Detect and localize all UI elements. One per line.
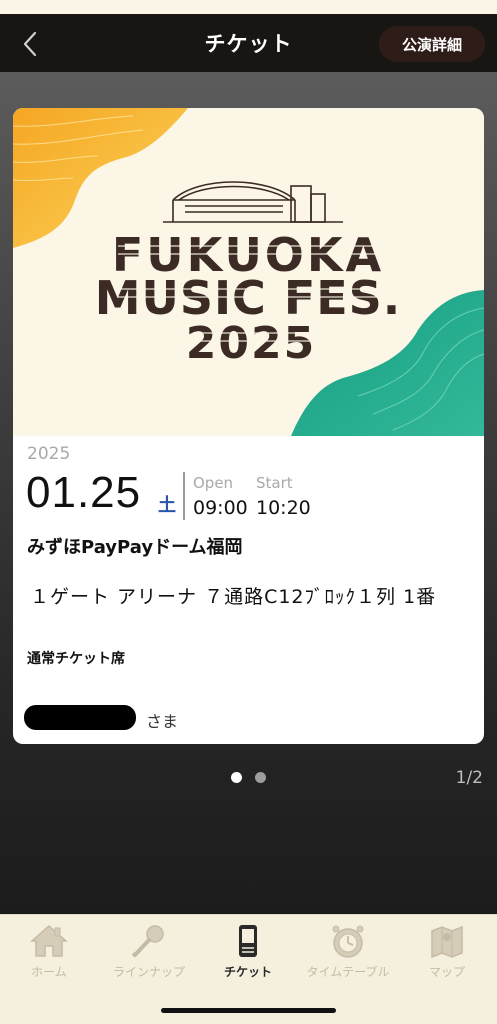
event-hero-image: FUKUOKA MUSIC FES. 2025 bbox=[13, 108, 484, 436]
tab-map[interactable]: マップ bbox=[412, 923, 482, 983]
seat-info: １ゲート アリーナ ７通路C12ﾌﾞﾛｯｸ１列 1番 bbox=[30, 586, 437, 608]
holder-honorific: さま bbox=[146, 712, 179, 731]
tab-map-label: マップ bbox=[428, 965, 465, 979]
map-icon bbox=[431, 925, 463, 959]
tab-lineup[interactable]: ラインナップ bbox=[104, 923, 194, 983]
start-time: 10:20 bbox=[256, 497, 311, 519]
pager-dot-2[interactable] bbox=[255, 772, 266, 783]
event-date: 01.25 bbox=[26, 468, 142, 517]
logo-line-2: MUSIC FES. bbox=[95, 271, 402, 325]
pager-dot-1[interactable] bbox=[231, 772, 242, 783]
microphone-icon bbox=[132, 925, 164, 957]
stadium-illustration bbox=[163, 181, 343, 223]
navigation-bar: チケット 公演詳細 bbox=[0, 14, 497, 72]
holder-name-redacted bbox=[24, 705, 136, 730]
performance-details-button[interactable]: 公演詳細 bbox=[379, 26, 485, 62]
logo-line-3: 2025 bbox=[186, 318, 316, 369]
ticket-type: 通常チケット席 bbox=[27, 651, 125, 667]
home-icon bbox=[30, 924, 68, 957]
tab-lineup-label: ラインナップ bbox=[112, 965, 185, 979]
status-bar bbox=[0, 0, 497, 14]
clock-icon bbox=[332, 925, 364, 958]
open-time: 09:00 bbox=[193, 497, 248, 519]
date-divider bbox=[183, 472, 185, 520]
yellow-wave-shape bbox=[13, 108, 188, 248]
open-label: Open bbox=[193, 474, 234, 492]
tab-home[interactable]: ホーム bbox=[14, 923, 84, 983]
venue-name: みずほPayPayドーム福岡 bbox=[27, 537, 243, 558]
page-counter: 1/2 bbox=[455, 768, 483, 788]
tab-timetable[interactable]: タイムテーブル bbox=[298, 923, 398, 983]
ticket-card[interactable]: FUKUOKA MUSIC FES. 2025 2025 01.25 土 Ope… bbox=[13, 108, 484, 744]
event-day-of-week: 土 bbox=[158, 495, 176, 516]
tab-ticket[interactable]: チケット bbox=[213, 923, 283, 983]
ticket-icon bbox=[239, 925, 257, 957]
home-indicator bbox=[161, 1008, 336, 1013]
tab-ticket-label: チケット bbox=[223, 965, 272, 979]
tab-home-label: ホーム bbox=[31, 965, 67, 979]
tab-timetable-label: タイムテーブル bbox=[306, 965, 390, 979]
start-label: Start bbox=[256, 474, 293, 492]
event-year: 2025 bbox=[27, 444, 71, 464]
